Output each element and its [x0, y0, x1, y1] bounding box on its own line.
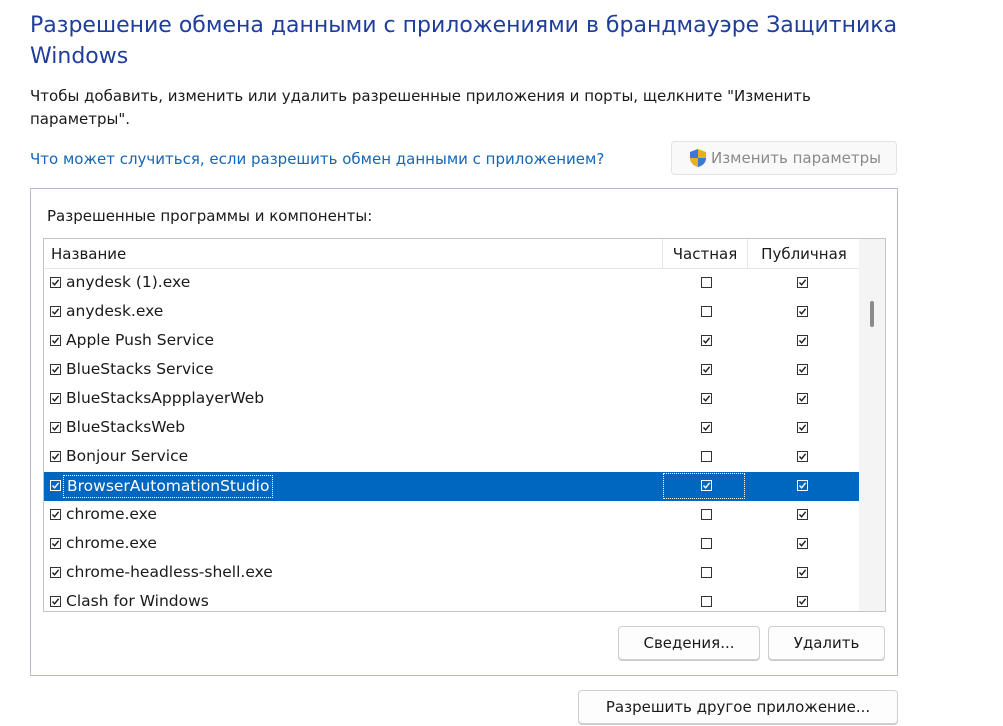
page-description: Чтобы добавить, изменить или удалить раз…: [30, 87, 811, 128]
public-network-checkbox[interactable]: [797, 335, 808, 346]
app-name: BlueStacks Service: [66, 360, 214, 378]
private-network-checkbox[interactable]: [701, 364, 712, 375]
column-header-name[interactable]: Название: [51, 245, 126, 263]
table-row[interactable]: BlueStacks Service: [44, 356, 859, 385]
public-network-checkbox[interactable]: [797, 364, 808, 375]
app-name: BlueStacksAppplayerWeb: [66, 389, 265, 407]
app-enabled-checkbox[interactable]: [50, 538, 61, 549]
app-enabled-checkbox[interactable]: [50, 596, 61, 607]
app-name: chrome-headless-shell.exe: [66, 563, 273, 581]
app-name: chrome.exe: [66, 505, 157, 523]
group-label: Разрешенные программы и компоненты:: [47, 207, 373, 225]
public-network-checkbox[interactable]: [797, 451, 808, 462]
app-enabled-checkbox[interactable]: [50, 422, 61, 433]
private-network-checkbox[interactable]: [701, 451, 712, 462]
private-network-checkbox[interactable]: [701, 335, 712, 346]
table-row[interactable]: chrome.exe: [44, 501, 859, 530]
app-enabled-checkbox[interactable]: [50, 567, 61, 578]
private-network-checkbox[interactable]: [701, 306, 712, 317]
private-network-checkbox[interactable]: [701, 567, 712, 578]
app-enabled-checkbox[interactable]: [50, 364, 61, 375]
app-name: BlueStacksWeb: [66, 418, 186, 436]
table-row[interactable]: anydesk (1).exe: [44, 269, 859, 298]
public-network-checkbox[interactable]: [797, 422, 808, 433]
public-network-checkbox[interactable]: [797, 480, 808, 491]
public-network-checkbox[interactable]: [797, 306, 808, 317]
private-network-checkbox[interactable]: [701, 480, 712, 491]
private-network-checkbox[interactable]: [701, 538, 712, 549]
app-name: Clash for Windows: [66, 592, 209, 610]
app-enabled-checkbox[interactable]: [50, 335, 61, 346]
table-row[interactable]: BlueStacksWeb: [44, 414, 859, 443]
app-enabled-checkbox[interactable]: [50, 393, 61, 404]
private-network-checkbox[interactable]: [701, 509, 712, 520]
public-network-checkbox[interactable]: [797, 567, 808, 578]
uac-shield-icon: [689, 149, 706, 167]
app-enabled-checkbox[interactable]: [50, 277, 61, 288]
change-settings-label: Изменить параметры: [710, 149, 881, 167]
table-row[interactable]: Clash for Windows: [44, 588, 859, 611]
table-row[interactable]: BrowserAutomationStudio: [44, 472, 859, 501]
table-row[interactable]: BlueStacksAppplayerWeb: [44, 385, 859, 414]
app-name: Apple Push Service: [66, 331, 215, 349]
details-button[interactable]: Сведения...: [618, 626, 760, 660]
page-title: Разрешение обмена данными с приложениями…: [30, 13, 898, 69]
app-enabled-checkbox[interactable]: [50, 451, 61, 462]
app-enabled-checkbox[interactable]: [50, 480, 61, 491]
app-enabled-checkbox[interactable]: [50, 306, 61, 317]
allowed-apps-list[interactable]: Название Частная Публичная anydesk (1).e…: [43, 238, 886, 612]
private-network-checkbox[interactable]: [701, 596, 712, 607]
change-settings-button[interactable]: Изменить параметры: [671, 141, 897, 175]
help-link[interactable]: Что может случиться, если разрешить обме…: [30, 150, 604, 168]
public-network-checkbox[interactable]: [797, 538, 808, 549]
app-name: Bonjour Service: [66, 447, 189, 465]
private-network-checkbox[interactable]: [701, 422, 712, 433]
delete-button[interactable]: Удалить: [768, 626, 885, 660]
app-name: BrowserAutomationStudio: [62, 475, 274, 498]
vertical-scrollbar[interactable]: [859, 239, 885, 611]
column-separator[interactable]: [747, 239, 748, 268]
public-network-checkbox[interactable]: [797, 509, 808, 520]
table-row[interactable]: chrome-headless-shell.exe: [44, 559, 859, 588]
app-name: anydesk (1).exe: [66, 273, 191, 291]
list-header: Название Частная Публичная: [44, 239, 859, 269]
table-row[interactable]: Apple Push Service: [44, 327, 859, 356]
private-network-checkbox[interactable]: [701, 277, 712, 288]
column-header-private[interactable]: Частная: [664, 245, 746, 263]
table-row[interactable]: anydesk.exe: [44, 298, 859, 327]
allow-another-app-button[interactable]: Разрешить другое приложение...: [578, 690, 898, 724]
app-name: chrome.exe: [66, 534, 157, 552]
public-network-checkbox[interactable]: [797, 277, 808, 288]
list-rows: anydesk (1).exe anydesk.exe Apple Push Ser…: [44, 269, 859, 611]
public-network-checkbox[interactable]: [797, 596, 808, 607]
app-name: anydesk.exe: [66, 302, 164, 320]
allowed-apps-group: Разрешенные программы и компоненты: Назв…: [30, 188, 898, 676]
column-separator[interactable]: [662, 239, 663, 268]
column-header-public[interactable]: Публичная: [749, 245, 859, 263]
app-enabled-checkbox[interactable]: [50, 509, 61, 520]
table-row[interactable]: chrome.exe: [44, 530, 859, 559]
scrollbar-thumb[interactable]: [870, 301, 874, 327]
public-network-checkbox[interactable]: [797, 393, 808, 404]
private-network-checkbox[interactable]: [701, 393, 712, 404]
table-row[interactable]: Bonjour Service: [44, 443, 859, 472]
